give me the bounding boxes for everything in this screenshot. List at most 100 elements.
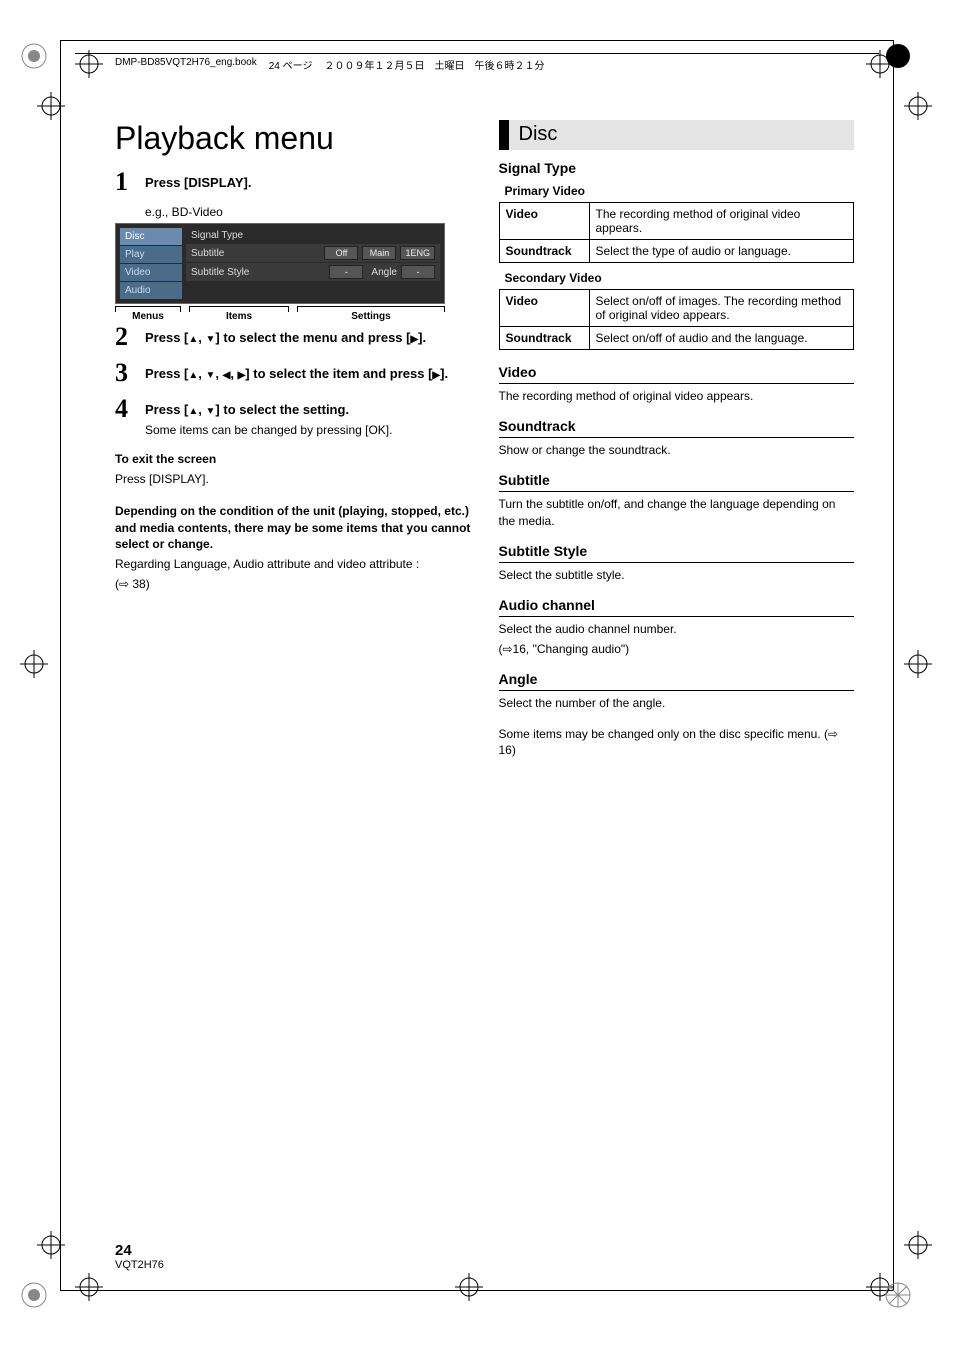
heading-secondary-video: Secondary Video — [505, 271, 855, 285]
osd-menu-play: Play — [120, 246, 182, 263]
down-arrow-icon — [206, 330, 216, 345]
cell-val: Select on/off of images. The recording m… — [589, 290, 854, 327]
header-page-info: 24 ページ — [269, 57, 313, 72]
exit-block: To exit the screen Press [DISPLAY]. — [115, 451, 471, 487]
bracket-items: Items — [189, 306, 289, 322]
step-1: 1 Press [DISPLAY]. — [115, 169, 471, 195]
crosshair-icon — [37, 1231, 65, 1259]
crosshair-icon — [866, 50, 894, 78]
table-primary-video: Video The recording method of original v… — [499, 202, 855, 263]
crosshair-icon — [75, 50, 103, 78]
osd-menu-video: Video — [120, 264, 182, 281]
section-bar-disc: Disc — [499, 120, 855, 150]
osd-menu-list: Disc Play Video Audio — [120, 228, 182, 299]
heading-subtitle: Subtitle — [499, 472, 855, 492]
right-column: Disc Signal Type Primary Video Video The… — [499, 120, 855, 762]
up-arrow-icon — [188, 402, 198, 417]
osd-bracket-labels: Menus Items Settings — [115, 306, 471, 322]
page-number: 24 — [115, 1242, 164, 1259]
crosshair-icon — [904, 650, 932, 678]
header-rule — [75, 53, 879, 54]
text-soundtrack: Show or change the soundtrack. — [499, 442, 855, 458]
cell-val: Select the type of audio or language. — [589, 240, 854, 263]
exit-heading: To exit the screen — [115, 451, 471, 467]
note-ref: (⇨ 38) — [115, 576, 471, 592]
bracket-menus: Menus — [115, 306, 181, 322]
content-area: Playback menu 1 Press [DISPLAY]. e.g., B… — [115, 120, 854, 762]
header-book: DMP-BD85VQT2H76_eng.book — [115, 57, 257, 72]
right-arrow-icon — [432, 366, 440, 381]
footnote: Some items may be changed only on the di… — [499, 726, 855, 758]
cell-key: Video — [499, 203, 589, 240]
osd-row-subtitle: Subtitle Off Main 1ENG — [186, 244, 440, 262]
crosshair-icon — [455, 1273, 483, 1301]
heading-subtitle-style: Subtitle Style — [499, 543, 855, 563]
step-number: 2 — [115, 324, 135, 350]
page-code: VQT2H76 — [115, 1259, 164, 1271]
text-angle: Select the number of the angle. — [499, 695, 855, 711]
text-subtitle-style: Select the subtitle style. — [499, 567, 855, 583]
heading-primary-video: Primary Video — [505, 184, 855, 198]
heading-signal-type: Signal Type — [499, 160, 855, 176]
note-block: Depending on the condition of the unit (… — [115, 503, 471, 592]
osd-panel: Disc Play Video Audio Signal Type Subtit… — [115, 223, 445, 304]
table-row: Video Select on/off of images. The recor… — [499, 290, 854, 327]
step-number: 3 — [115, 360, 135, 386]
note-text: Regarding Language, Audio attribute and … — [115, 556, 471, 572]
header-meta: DMP-BD85VQT2H76_eng.book 24 ページ ２００９年１２月… — [115, 57, 544, 72]
crosshair-icon — [904, 92, 932, 120]
text-audio-channel-2: (⇨16, "Changing audio") — [499, 641, 855, 657]
corner-radial-icon — [884, 1281, 912, 1309]
bracket-settings: Settings — [297, 306, 445, 322]
heading-video: Video — [499, 364, 855, 384]
osd-item-label: Subtitle Style — [191, 267, 325, 278]
crosshair-icon — [75, 1273, 103, 1301]
table-secondary-video: Video Select on/off of images. The recor… — [499, 289, 855, 350]
text-subtitle: Turn the subtitle on/off, and change the… — [499, 496, 855, 528]
corner-circle-icon — [20, 42, 48, 70]
cell-key: Soundtrack — [499, 240, 589, 263]
cell-key: Video — [499, 290, 589, 327]
osd-value: - — [329, 265, 363, 279]
step-2: 2 Press [, ] to select the menu and pres… — [115, 324, 471, 350]
heading-soundtrack: Soundtrack — [499, 418, 855, 438]
osd-value: Off — [324, 246, 358, 260]
up-arrow-icon — [188, 330, 198, 345]
osd-item-label: Signal Type — [191, 230, 435, 241]
section-accent — [499, 120, 509, 150]
page-number-block: 24 VQT2H76 — [115, 1242, 164, 1271]
example-label: e.g., BD-Video — [145, 205, 471, 219]
osd-value: Main — [362, 246, 396, 260]
crosshair-icon — [37, 92, 65, 120]
crosshair-icon — [20, 650, 48, 678]
heading-angle: Angle — [499, 671, 855, 691]
osd-value: 1ENG — [400, 246, 435, 260]
cell-val: The recording method of original video a… — [589, 203, 854, 240]
exit-text: Press [DISPLAY]. — [115, 471, 471, 487]
section-label: Disc — [509, 120, 568, 150]
step-3: 3 Press [, , , ] to select the item and … — [115, 360, 471, 386]
note-bold: Depending on the condition of the unit (… — [115, 503, 471, 552]
heading-audio-channel: Audio channel — [499, 597, 855, 617]
cell-key: Soundtrack — [499, 327, 589, 350]
table-row: Soundtrack Select the type of audio or l… — [499, 240, 854, 263]
header-date: ２００９年１２月５日 土曜日 午後６時２１分 — [324, 57, 544, 72]
table-row: Video The recording method of original v… — [499, 203, 854, 240]
osd-row-subtitle-style: Subtitle Style - Angle - — [186, 263, 440, 281]
step-text: Press [, , , ] to select the item and pr… — [145, 360, 448, 381]
text-video: The recording method of original video a… — [499, 388, 855, 404]
osd-menu-audio: Audio — [120, 282, 182, 299]
page-title: Playback menu — [115, 120, 471, 157]
corner-circle-icon — [20, 1281, 48, 1309]
osd-value: - — [401, 265, 435, 279]
step-text: Press [, ] to select the setting. Some i… — [145, 396, 392, 437]
osd-items: Signal Type Subtitle Off Main 1ENG Subti… — [186, 228, 440, 299]
cell-val: Select on/off of audio and the language. — [589, 327, 854, 350]
osd-row-signal-type: Signal Type — [186, 228, 440, 243]
up-arrow-icon — [188, 366, 198, 381]
table-row: Soundtrack Select on/off of audio and th… — [499, 327, 854, 350]
crosshair-icon — [904, 1231, 932, 1259]
left-column: Playback menu 1 Press [DISPLAY]. e.g., B… — [115, 120, 471, 762]
step-text: Press [, ] to select the menu and press … — [145, 324, 426, 345]
step-subtext: Some items can be changed by pressing [O… — [145, 423, 392, 437]
